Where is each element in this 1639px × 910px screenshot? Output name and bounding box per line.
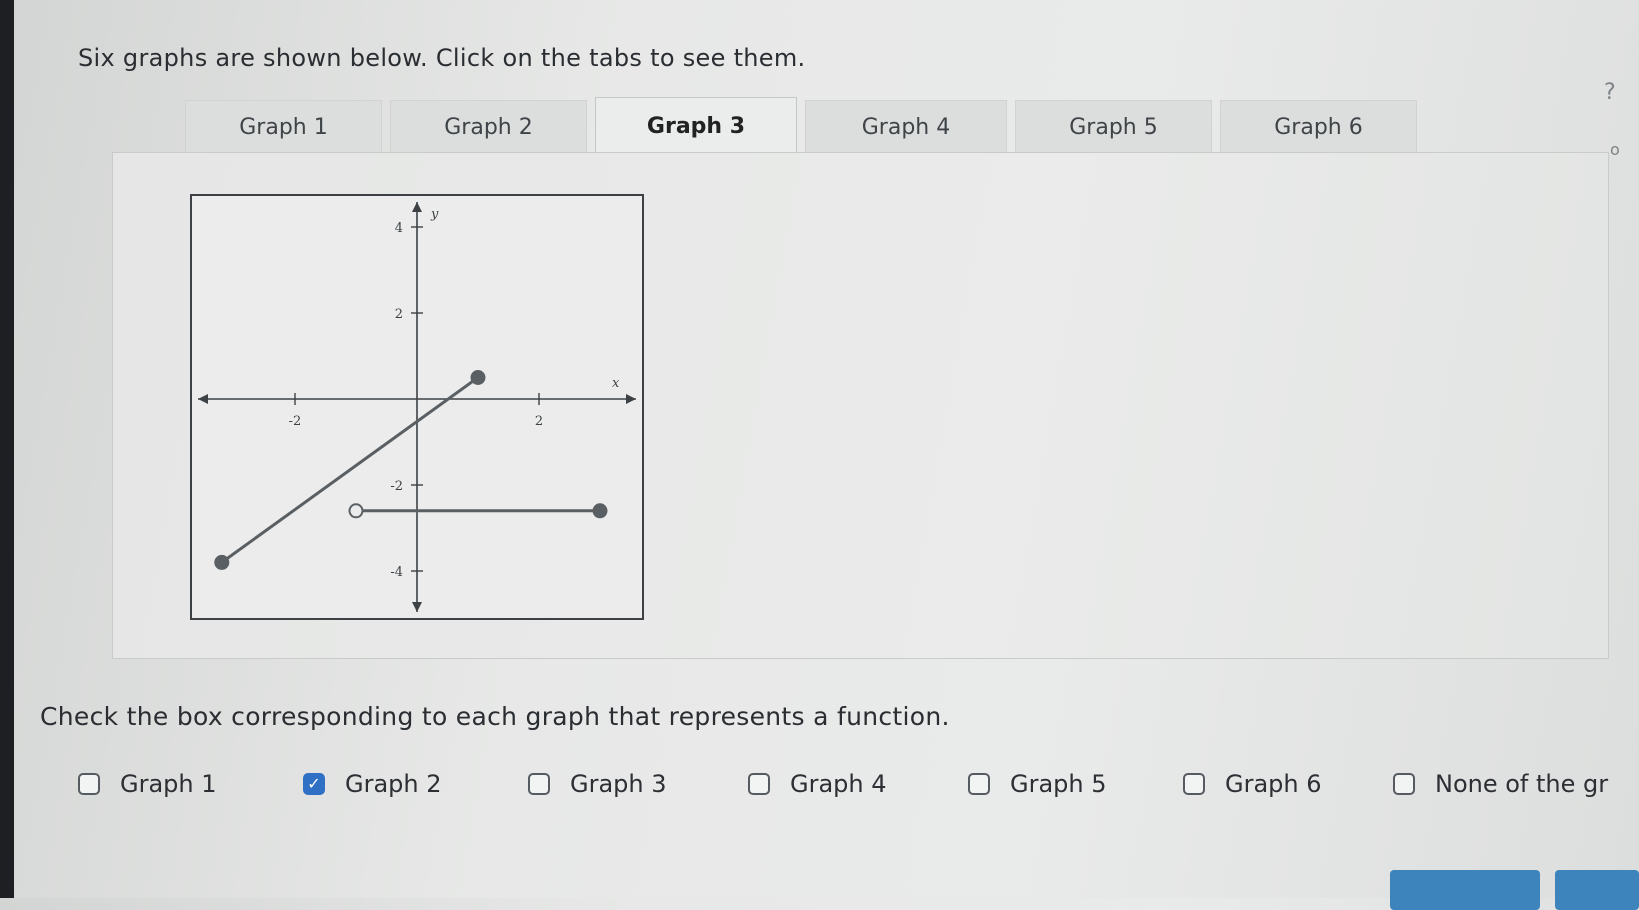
option-graph-3[interactable]: Graph 3 <box>528 770 667 798</box>
x-axis-arrow-right <box>626 394 636 404</box>
option-label: None of the gr <box>1435 770 1609 798</box>
graph-tabs: Graph 1 Graph 2 Graph 3 Graph 4 Graph 5 … <box>185 97 1425 154</box>
tab-graph-4[interactable]: Graph 4 <box>805 100 1007 153</box>
graph-3-plot: xy -2 2 4 2 -2 -4 <box>190 194 644 620</box>
option-label: Graph 5 <box>1010 770 1107 798</box>
option-graph-4[interactable]: Graph 4 <box>748 770 887 798</box>
x-axis-label: x <box>612 376 620 391</box>
help-icon[interactable]: ? <box>1604 80 1616 105</box>
tab-graph-6[interactable]: Graph 6 <box>1220 100 1417 153</box>
y-axis-arrow-down <box>412 602 422 612</box>
y-axis-label: y <box>430 207 439 222</box>
x-axis-arrow-left <box>198 394 208 404</box>
y-tick-label: 2 <box>395 307 403 322</box>
option-none[interactable]: None of the gr <box>1393 770 1608 798</box>
option-graph-5[interactable]: Graph 5 <box>968 770 1107 798</box>
y-tick-label: 4 <box>395 221 403 236</box>
option-graph-2[interactable]: ✓ Graph 2 <box>303 770 442 798</box>
checkbox-graph-1[interactable] <box>78 773 100 795</box>
check-button[interactable] <box>1555 870 1639 910</box>
window-edge <box>0 0 14 898</box>
instructions-text: Six graphs are shown below. Click on the… <box>78 44 806 72</box>
x-tick-label: -2 <box>289 414 302 429</box>
explanation-button[interactable] <box>1390 870 1540 910</box>
axis-ticks: -2 2 4 2 -2 -4 <box>289 221 543 580</box>
plot-series <box>214 370 608 570</box>
option-graph-1[interactable]: Graph 1 <box>78 770 217 798</box>
axes: xy <box>198 202 636 612</box>
y-axis-arrow-up <box>412 202 422 212</box>
checkbox-graph-5[interactable] <box>968 773 990 795</box>
tab-graph-2[interactable]: Graph 2 <box>390 100 587 153</box>
tab-graph-5[interactable]: Graph 5 <box>1015 100 1212 153</box>
option-graph-6[interactable]: Graph 6 <box>1183 770 1322 798</box>
checkbox-none[interactable] <box>1393 773 1415 795</box>
segment-2-from-open-dot <box>348 503 364 519</box>
checkbox-graph-2[interactable]: ✓ <box>303 773 325 795</box>
y-tick-label: -4 <box>390 565 403 580</box>
side-marker-icon: o <box>1610 140 1620 159</box>
x-tick-label: 2 <box>535 414 543 429</box>
graph-3-svg: xy -2 242-2-4 <box>198 202 636 612</box>
option-label: Graph 1 <box>120 770 217 798</box>
segment-1 <box>220 376 479 564</box>
question-text: Check the box corresponding to each grap… <box>40 702 950 731</box>
option-label: Graph 2 <box>345 770 442 798</box>
checkbox-graph-3[interactable] <box>528 773 550 795</box>
option-label: Graph 3 <box>570 770 667 798</box>
option-label: Graph 4 <box>790 770 887 798</box>
segment-1-from-closed-dot <box>214 554 230 570</box>
checkbox-graph-4[interactable] <box>748 773 770 795</box>
checkbox-graph-6[interactable] <box>1183 773 1205 795</box>
segment-2-to-closed-dot <box>592 503 608 519</box>
tab-graph-3[interactable]: Graph 3 <box>595 97 797 154</box>
option-label: Graph 6 <box>1225 770 1322 798</box>
y-tick-label: -2 <box>390 479 403 494</box>
segment-1-to-closed-dot <box>470 370 486 385</box>
answer-options: Graph 1 ✓ Graph 2 Graph 3 Graph 4 Graph … <box>78 770 1639 810</box>
tab-graph-1[interactable]: Graph 1 <box>185 100 382 153</box>
